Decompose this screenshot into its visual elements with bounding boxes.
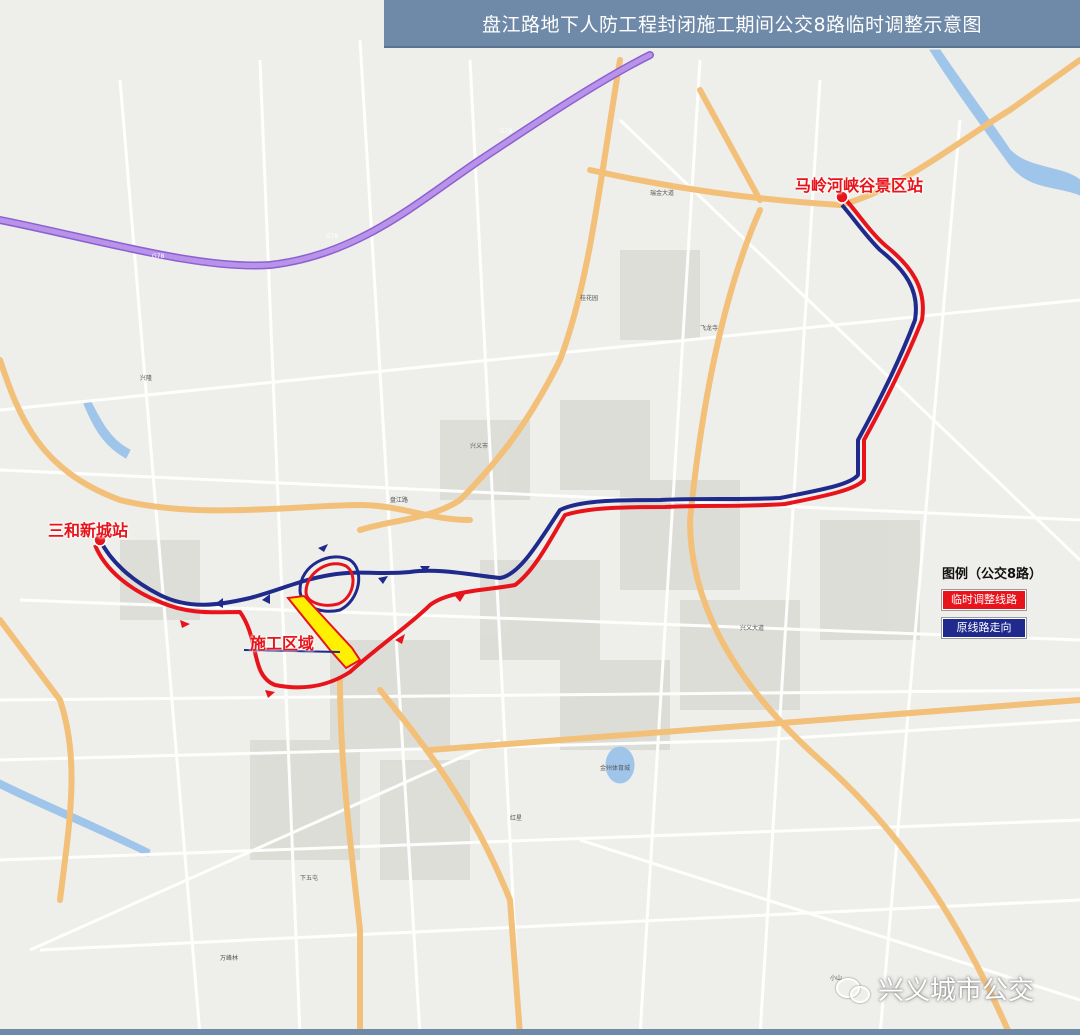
map-canvas: G78 G78 G78 兴义市 金州体育城 飞龙寺 下五屯 兴隆 万峰林 小山 … <box>0 0 1080 1035</box>
legend-title: 图例（公交8路） <box>942 567 1043 582</box>
legend-item-original: 原线路走向 <box>942 618 1026 638</box>
place-label-wanfeng: 万峰林 <box>220 954 238 962</box>
place-label-guihua: 桂花园 <box>580 294 598 302</box>
road-label-panjiang: 盘江路 <box>390 496 408 504</box>
highway-label-g78: G78 <box>152 253 164 260</box>
legend: 图例（公交8路） 临时调整线路 原线路走向 <box>942 563 1062 646</box>
station-label-northeast: 马岭河峡谷景区站 <box>795 176 924 195</box>
place-label-hongxing: 红星 <box>510 814 522 822</box>
place-label-xinglong: 兴隆 <box>140 374 152 382</box>
road-label-xingye: 兴义大道 <box>740 624 764 632</box>
station-label-west: 三和新城站 <box>48 521 129 540</box>
construction-zone-label: 施工区域 <box>250 634 315 653</box>
watermark-text: 兴义城市公交 <box>878 976 1035 1006</box>
place-label-feilong: 飞龙寺 <box>700 324 718 332</box>
wechat-icon <box>836 976 870 1003</box>
map-title: 盘江路地下人防工程封闭施工期间公交8路临时调整示意图 <box>384 0 1080 48</box>
bottom-border <box>0 1029 1080 1035</box>
highway-label-g78-2: G78 <box>326 233 338 240</box>
highway-label-g78-3: G78 <box>500 128 512 135</box>
watermark: 兴义城市公交 <box>836 970 1034 1007</box>
road-label-ruijin: 瑞金大道 <box>650 189 674 197</box>
place-label-xingyi: 兴义市 <box>470 442 488 450</box>
legend-item-temporary: 临时调整线路 <box>942 590 1026 610</box>
place-label-jinzhou: 金州体育城 <box>600 764 630 772</box>
place-label-xiawutun: 下五屯 <box>300 874 318 882</box>
